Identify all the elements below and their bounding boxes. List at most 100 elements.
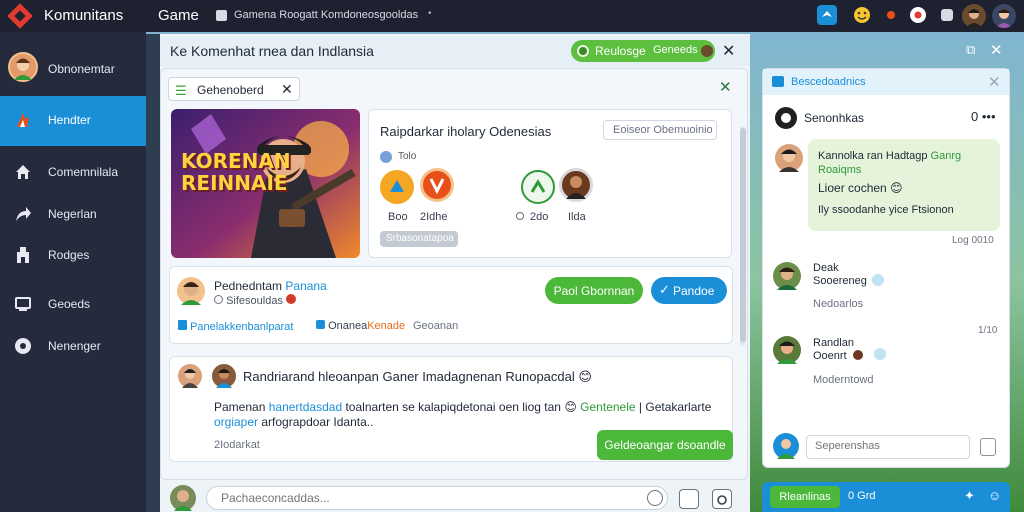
chat-more-button[interactable]: 0 ••• <box>971 109 996 124</box>
member-link-2[interactable]: OnaneaKenade <box>316 320 405 332</box>
message-timestamp: 1/10 <box>978 325 998 336</box>
message-sub: Sooereneg <box>813 275 867 287</box>
check-icon: ✓ <box>659 282 670 297</box>
sidebar-item-label: Negerlan <box>48 207 97 221</box>
tab-close-button[interactable]: ✕ <box>281 81 293 98</box>
sidebar-item-rodges[interactable]: Rodges <box>0 231 146 281</box>
member-name-accent[interactable]: Panana <box>285 279 326 293</box>
panel-close-button[interactable]: ✕ <box>719 78 732 96</box>
message-avatar[interactable] <box>773 262 801 290</box>
main-window-title: Ke Komenhat rnea dan Indlansia <box>170 43 374 59</box>
chat-input[interactable] <box>806 435 970 459</box>
attach-button[interactable] <box>679 489 699 509</box>
sidebar-profile-label[interactable]: Obnonemtar <box>48 62 115 76</box>
post-body-a: Pamenan <box>214 400 266 414</box>
player-badge-4[interactable] <box>559 168 593 202</box>
emoji-icon[interactable] <box>852 5 872 25</box>
chat-self-avatar[interactable] <box>773 433 799 459</box>
player-badge-1[interactable] <box>380 170 414 204</box>
member-avatar[interactable] <box>177 277 205 305</box>
tab-label: Gehenoberd <box>197 83 264 97</box>
message-sub-2: Moderntowd <box>813 374 874 386</box>
chat-footer-tag-label: Rleanlinas <box>779 491 831 503</box>
post-body-link-2[interactable]: orgiaper <box>214 415 258 429</box>
smile-icon[interactable]: ☺ <box>988 488 1001 503</box>
post-avatar-1[interactable] <box>178 364 202 388</box>
user-avatar[interactable] <box>962 4 986 28</box>
bubble-line-3: Ily ssoodanhe yice Ftsionon <box>818 204 954 216</box>
community-search-input[interactable]: Eoiseor Obemuoinio <box>603 120 717 140</box>
member-link-1-text: Panelakkenbanlparat <box>190 321 294 333</box>
sidebar-item-hendter[interactable]: Hendter <box>0 96 146 146</box>
record-icon[interactable] <box>908 5 928 25</box>
member-link-3[interactable]: Geoanan <box>413 320 458 332</box>
member-sub-text: Sifesouldas <box>226 295 283 307</box>
tab-gehenoberd[interactable]: ☰ Gehenoberd ✕ <box>168 77 300 101</box>
settings-icon[interactable] <box>937 5 957 25</box>
reaction-icon[interactable] <box>874 348 886 360</box>
message-sub-2: Nedoarlos <box>813 298 864 310</box>
member-link-1[interactable]: Panelakkenbanlparat <box>178 320 293 333</box>
chat-header-title: Bescedoadnics <box>791 76 866 88</box>
app-section[interactable]: Game <box>158 7 199 24</box>
gamepad-icon[interactable]: ✦ <box>964 488 975 504</box>
popout-icon[interactable]: ⧉ <box>966 42 975 58</box>
player-badge-2[interactable] <box>420 168 454 202</box>
post-body-c: toalnarten se kalapiqdetonai oen liog ta… <box>345 400 561 414</box>
sidebar-profile-avatar[interactable] <box>8 52 38 82</box>
bubble-text-a: Kannolka ran Hadtagp <box>818 150 928 162</box>
post-body-tag[interactable]: Gentenele <box>580 400 635 414</box>
window-icon <box>216 10 227 21</box>
post-body-g: arfograpdoar Idanta.. <box>261 415 374 429</box>
smile-emoji-icon: 😊 <box>564 400 577 414</box>
chat-close-button[interactable]: ✕ <box>988 73 1001 91</box>
follow-button[interactable]: ✓ Pandoe <box>651 277 727 304</box>
chat-window-close-button[interactable]: ✕ <box>990 41 1003 59</box>
composer-avatar[interactable] <box>170 485 196 511</box>
chat-text-field[interactable] <box>815 440 965 452</box>
bird-icon[interactable] <box>817 5 837 25</box>
message-avatar[interactable] <box>773 336 801 364</box>
composer-input[interactable] <box>206 486 668 510</box>
camera-button[interactable] <box>712 489 732 509</box>
tag-chip[interactable]: Srbasonatapoa <box>380 231 458 247</box>
player-label-3: 2do <box>530 211 549 223</box>
post-action-button[interactable]: Geldeoangar dsoandle <box>597 430 733 460</box>
search-placeholder: Eoiseor Obemuoinio <box>613 124 713 136</box>
bubble-line-1: Kannolka ran Hadtagp Ganrg Roaiqms <box>818 149 961 177</box>
send-icon[interactable] <box>980 438 996 456</box>
reaction-icon[interactable] <box>872 274 884 286</box>
post-body-link[interactable]: hanertdasdad <box>269 400 342 414</box>
bubble-text-c[interactable]: Roaiqms <box>818 164 861 176</box>
menu-icon: ☰ <box>175 83 187 98</box>
post-action-label: Geldeoangar dsoandle <box>604 438 726 452</box>
chat-footer-tag[interactable]: Rleanlinas <box>770 486 840 508</box>
breadcrumb[interactable]: Gamena Roogatt Komdoneosgooldas <box>234 9 418 21</box>
app-logo-icon[interactable] <box>7 3 33 29</box>
post-meta: 2Iodarkat <box>214 439 260 451</box>
main-close-button[interactable]: ✕ <box>722 41 735 61</box>
chat-room-avatar[interactable] <box>775 107 797 129</box>
member-name: Pednedntam Panana <box>214 279 327 293</box>
message-avatar[interactable] <box>775 144 803 172</box>
bubble-text-b[interactable]: Ganrg <box>931 150 962 162</box>
sidebar-item-label: Rodges <box>48 248 90 262</box>
notification-dot-icon[interactable] <box>881 5 901 25</box>
status-pill[interactable]: Reulosge Geneeds <box>571 40 715 62</box>
member-link-3-text: Geoanan <box>413 320 459 332</box>
main-scrollbar-thumb[interactable] <box>740 128 746 342</box>
chat-icon <box>772 76 784 87</box>
emoji-picker-icon[interactable] <box>647 490 663 506</box>
post-avatar-2[interactable] <box>212 364 236 388</box>
smile-emoji-icon: 😊 <box>890 181 903 195</box>
pill-avatar-icon <box>701 45 713 57</box>
player-label-1: Boo <box>388 211 408 223</box>
game-art-title-line1: KORENAN <box>181 149 291 173</box>
bookmark-icon <box>178 320 187 330</box>
friend-avatar[interactable] <box>992 4 1016 28</box>
sidebar-item-nenenger[interactable]: Nenenger <box>0 322 146 372</box>
join-button[interactable]: Paol Gbornnan <box>545 277 643 304</box>
composer-text-field[interactable] <box>221 491 641 505</box>
member-name-text: Pednedntam <box>214 279 283 293</box>
player-badge-3[interactable] <box>521 170 555 204</box>
